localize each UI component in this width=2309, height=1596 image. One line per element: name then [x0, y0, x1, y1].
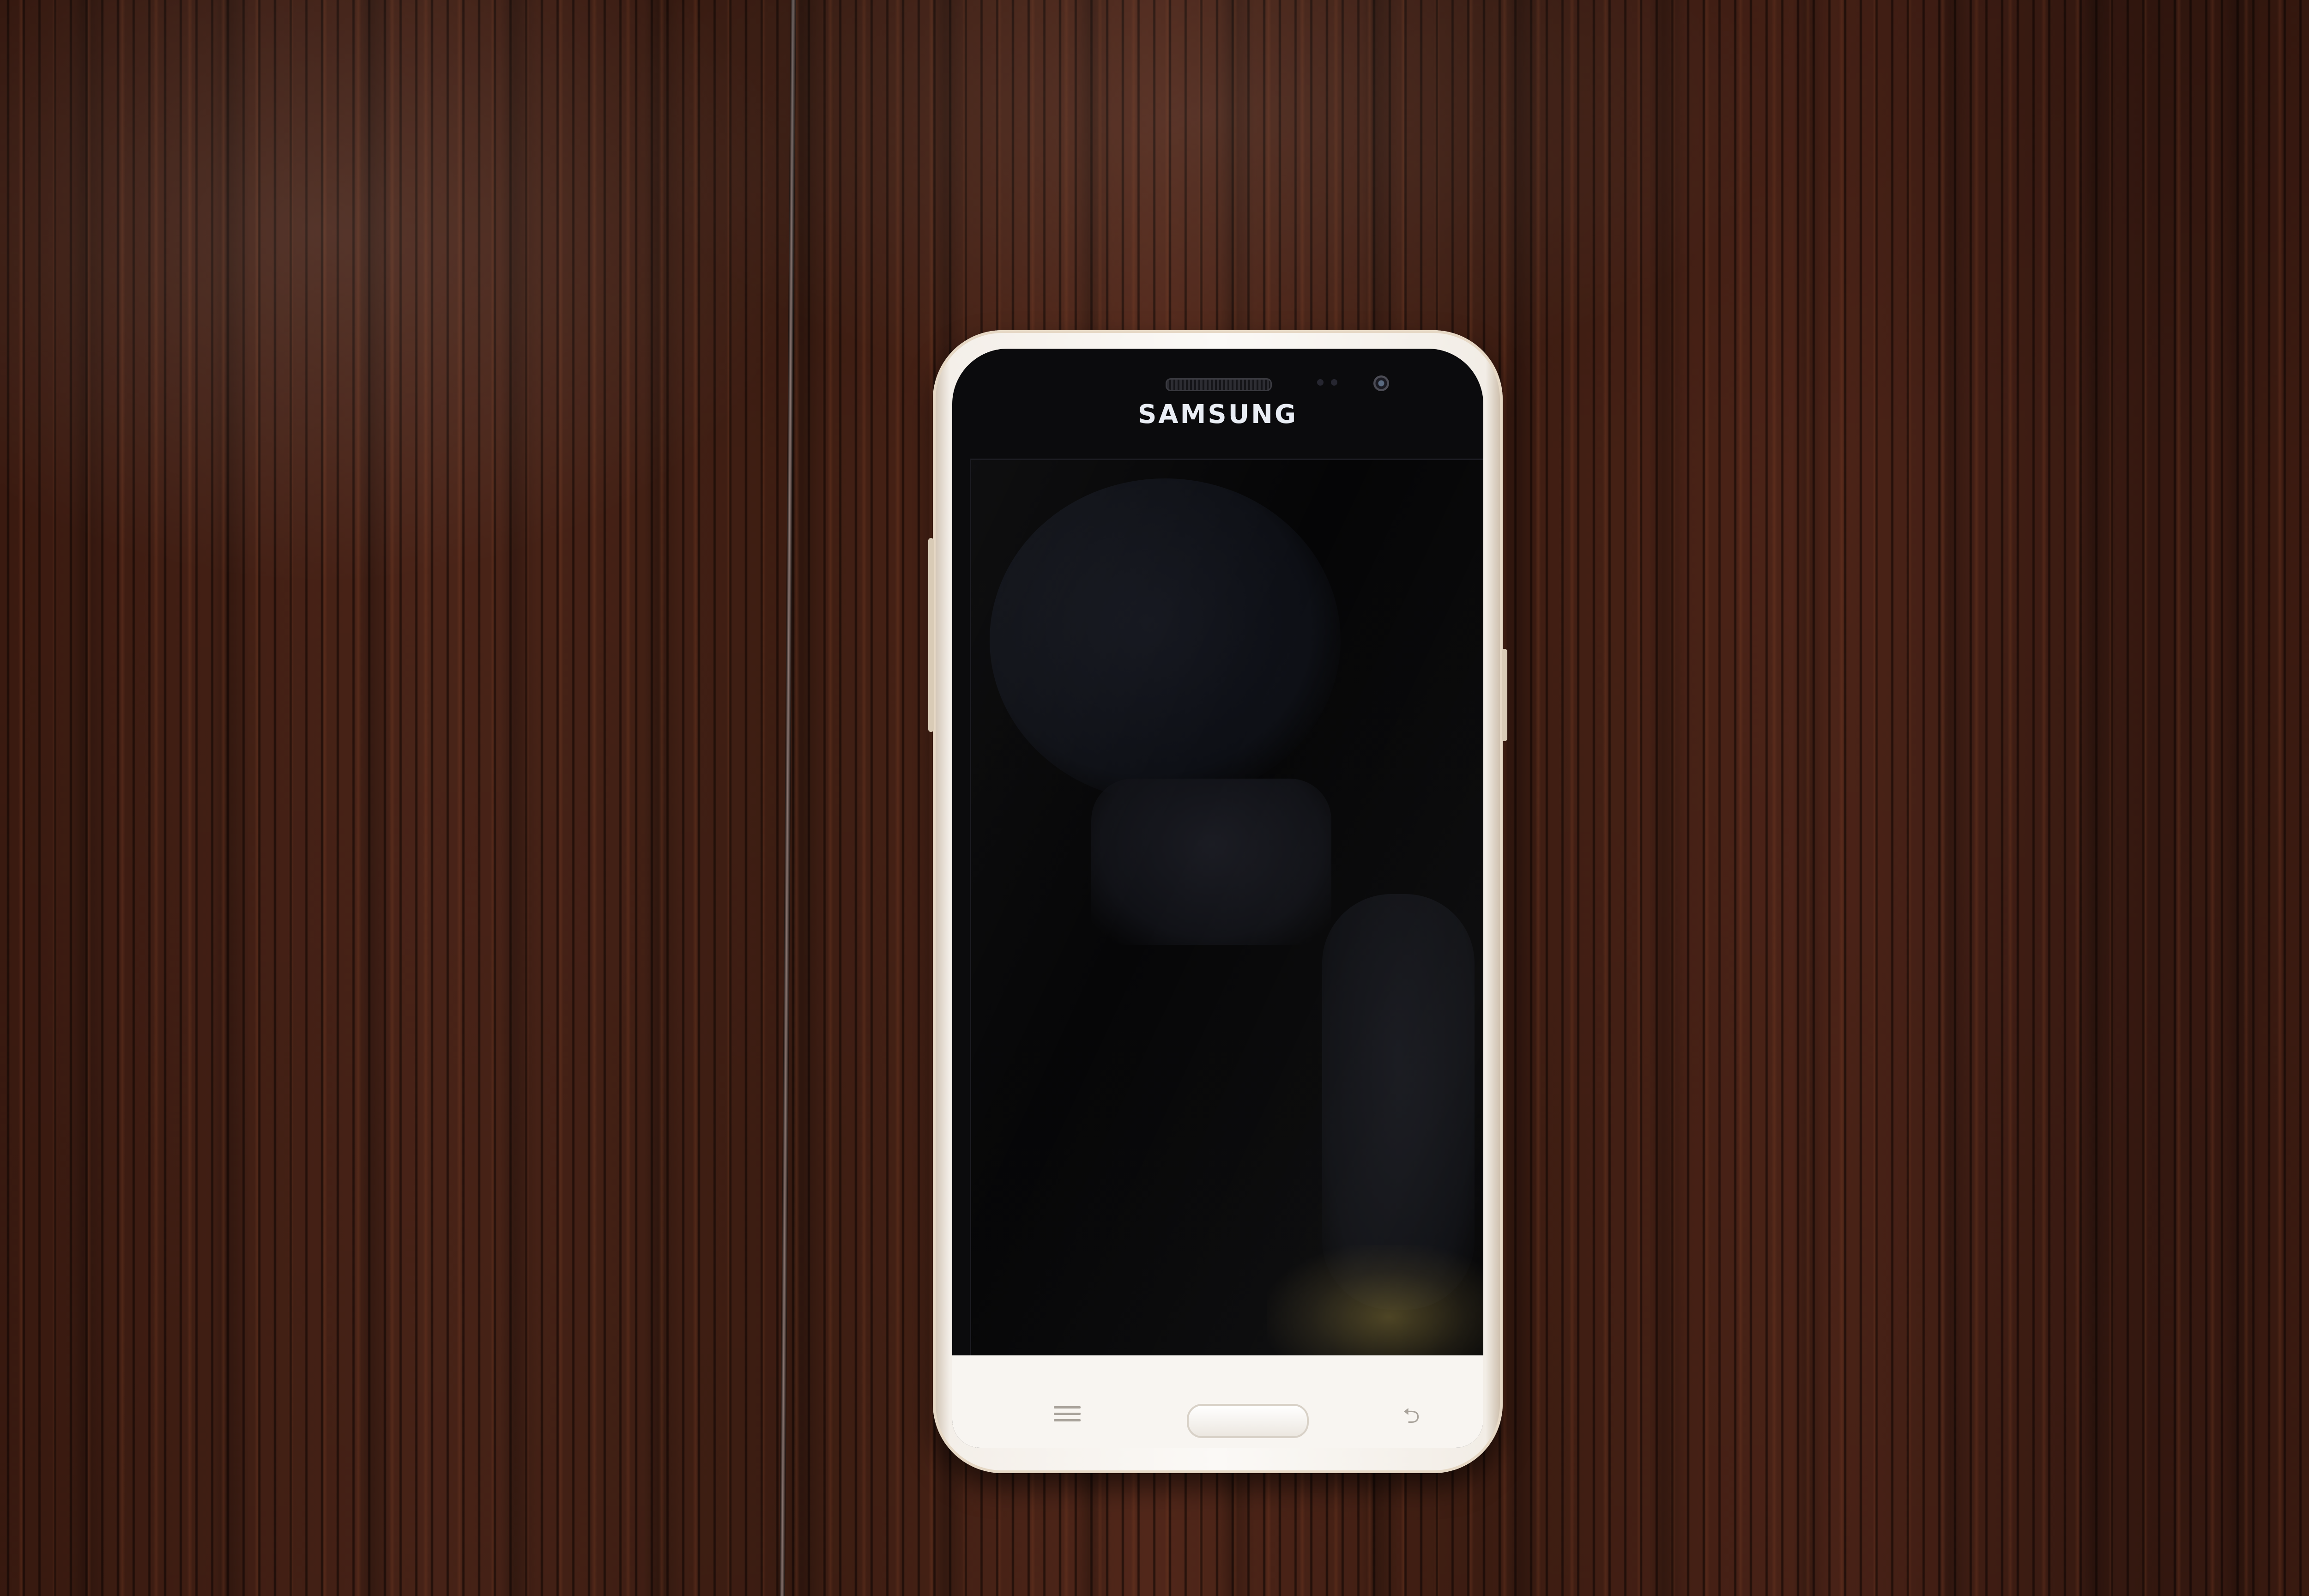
smartphone: SAMSUNG ⮌ [928, 330, 1507, 1473]
volume-key[interactable] [928, 538, 934, 732]
proximity-sensor [1317, 379, 1324, 386]
screen-sheen [971, 460, 1483, 1369]
light-sensor [1331, 379, 1337, 386]
power-key[interactable] [1502, 649, 1507, 741]
back-arrow-icon[interactable]: ⮌ [1397, 1405, 1425, 1426]
front-bezel: SAMSUNG ⮌ [952, 349, 1483, 1448]
front-camera-icon [1373, 375, 1389, 391]
home-button[interactable] [1187, 1404, 1309, 1438]
recent-apps-icon[interactable] [1054, 1406, 1081, 1425]
phone-screen[interactable] [970, 459, 1483, 1370]
earpiece-speaker [1166, 378, 1272, 391]
brand-logo: SAMSUNG [1137, 399, 1298, 429]
